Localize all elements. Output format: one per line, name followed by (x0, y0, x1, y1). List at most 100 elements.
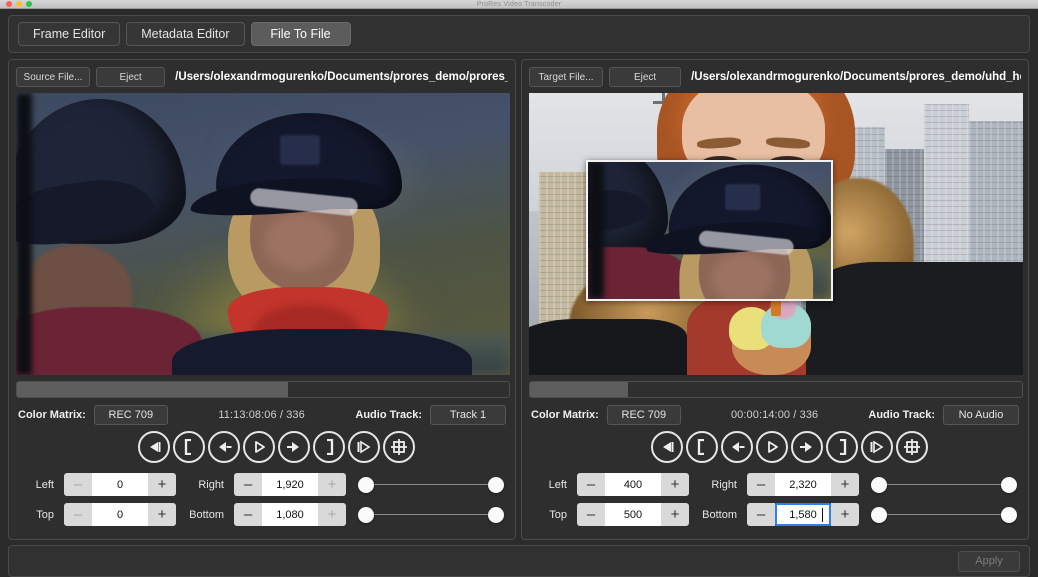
slider-track (368, 484, 494, 485)
source-bottom-stepper[interactable]: – 1,080 + (234, 503, 346, 526)
window-title: ProRes Video Transcoder (476, 0, 562, 8)
target-mark-out-button[interactable] (825, 431, 858, 463)
target-scrubber-fill (530, 382, 629, 397)
target-color-matrix-select[interactable]: REC 709 (606, 405, 681, 425)
source-file-path: /Users/olexandrmogurenko/Documents/prore… (175, 71, 508, 83)
target-top-label: Top (549, 508, 567, 521)
target-top-plus-button[interactable]: + (661, 503, 689, 526)
target-play-button[interactable] (755, 431, 788, 463)
slider-track (881, 484, 1007, 485)
target-scrubber[interactable] (529, 381, 1023, 398)
target-right-knob[interactable] (1001, 477, 1017, 493)
source-scrubber[interactable] (16, 381, 510, 398)
target-timecode: 00:00:14:00 / 336 (730, 409, 819, 421)
target-fit-frame-button[interactable] (895, 431, 928, 463)
source-fit-frame-button[interactable] (382, 431, 415, 463)
source-bottom-label: Bottom (189, 508, 224, 521)
target-mark-in-button[interactable] (685, 431, 718, 463)
target-step-backward-button[interactable] (720, 431, 753, 463)
target-top-value[interactable]: 500 (605, 503, 661, 526)
source-top-minus-button[interactable]: – (64, 503, 92, 526)
target-step-forward-button[interactable] (790, 431, 823, 463)
target-crop-row-horizontal: Left – 400 + Right – 2,320 + (529, 472, 1021, 497)
target-right-plus-button[interactable]: + (831, 473, 859, 496)
source-left-stepper[interactable]: – 0 + (64, 473, 176, 496)
source-crop-row-vertical: Top – 0 + Bottom – 1,080 + (16, 502, 508, 527)
target-top-knob[interactable] (871, 507, 887, 523)
target-file-button[interactable]: Target File... (529, 67, 603, 87)
source-audio-track-label: Audio Track: (355, 409, 422, 421)
target-left-value[interactable]: 400 (605, 473, 661, 496)
target-right-stepper[interactable]: – 2,320 + (747, 473, 859, 496)
tab-metadata-editor[interactable]: Metadata Editor (126, 22, 245, 46)
source-file-button[interactable]: Source File... (16, 67, 90, 87)
target-bottom-plus-button[interactable]: + (831, 503, 859, 526)
source-play-button[interactable] (242, 431, 275, 463)
source-mark-out-button[interactable] (312, 431, 345, 463)
source-go-to-end-button[interactable] (347, 431, 380, 463)
source-horizontal-range-slider[interactable] (358, 473, 504, 496)
tab-frame-editor[interactable]: Frame Editor (18, 22, 121, 46)
target-bottom-value[interactable]: 1,580 (775, 503, 831, 526)
target-top-minus-button[interactable]: – (577, 503, 605, 526)
target-top-stepper[interactable]: – 500 + (577, 503, 689, 526)
source-left-minus-button[interactable]: – (64, 473, 92, 496)
target-video-preview[interactable] (529, 93, 1023, 375)
source-color-matrix-select[interactable]: REC 709 (93, 405, 168, 425)
source-right-stepper[interactable]: – 1,920 + (234, 473, 346, 496)
target-bottom-minus-button[interactable]: – (747, 503, 775, 526)
target-bottom-label: Bottom (702, 508, 737, 521)
source-eject-button[interactable]: Eject (96, 67, 166, 87)
source-vertical-range-slider[interactable] (358, 503, 504, 526)
source-bottom-plus-button[interactable]: + (318, 503, 346, 526)
source-bottom-value[interactable]: 1,080 (262, 503, 318, 526)
target-audio-track-select[interactable]: No Audio (943, 405, 1019, 425)
footer-bar: Apply (8, 545, 1030, 577)
target-vertical-range-slider[interactable] (871, 503, 1017, 526)
source-right-value[interactable]: 1,920 (262, 473, 318, 496)
target-horizontal-range-slider[interactable] (871, 473, 1017, 496)
source-frame-image (16, 93, 510, 375)
source-file-row: Source File... Eject /Users/olexandrmogu… (16, 67, 508, 87)
target-left-stepper[interactable]: – 400 + (577, 473, 689, 496)
source-go-to-start-button[interactable] (137, 431, 170, 463)
source-color-matrix-label: Color Matrix: (18, 409, 86, 421)
source-top-value[interactable]: 0 (92, 503, 148, 526)
target-crop-controls: Left – 400 + Right – 2,320 + Top – 500 +… (529, 472, 1021, 527)
target-file-row: Target File... Eject /Users/olexandrmogu… (529, 67, 1021, 87)
source-right-label: Right (198, 478, 224, 491)
source-mark-in-button[interactable] (172, 431, 205, 463)
target-bottom-stepper[interactable]: – 1,580 + (747, 503, 859, 526)
source-left-knob[interactable] (358, 477, 374, 493)
source-info-row: Color Matrix: REC 709 11:13:08:06 / 336 … (16, 405, 508, 425)
apply-button[interactable]: Apply (958, 550, 1020, 572)
source-top-plus-button[interactable]: + (148, 503, 176, 526)
source-left-plus-button[interactable]: + (148, 473, 176, 496)
source-right-minus-button[interactable]: – (234, 473, 262, 496)
target-go-to-start-button[interactable] (650, 431, 683, 463)
target-eject-button[interactable]: Eject (609, 67, 682, 87)
source-bottom-knob[interactable] (488, 507, 504, 523)
target-right-value[interactable]: 2,320 (775, 473, 831, 496)
target-left-plus-button[interactable]: + (661, 473, 689, 496)
target-right-minus-button[interactable]: – (747, 473, 775, 496)
source-top-stepper[interactable]: – 0 + (64, 503, 176, 526)
source-step-backward-button[interactable] (207, 431, 240, 463)
source-video-preview[interactable] (16, 93, 510, 375)
target-bottom-knob[interactable] (1001, 507, 1017, 523)
target-left-label: Left (548, 478, 567, 491)
source-overlay-rectangle[interactable] (586, 160, 833, 301)
source-top-knob[interactable] (358, 507, 374, 523)
tab-file-to-file[interactable]: File To File (250, 22, 351, 46)
source-left-value[interactable]: 0 (92, 473, 148, 496)
target-go-to-end-button[interactable] (860, 431, 893, 463)
target-left-knob[interactable] (871, 477, 887, 493)
source-bottom-minus-button[interactable]: – (234, 503, 262, 526)
target-panel: Target File... Eject /Users/olexandrmogu… (521, 59, 1029, 540)
source-right-knob[interactable] (488, 477, 504, 493)
target-left-minus-button[interactable]: – (577, 473, 605, 496)
source-step-forward-button[interactable] (277, 431, 310, 463)
source-audio-track-select[interactable]: Track 1 (430, 405, 506, 425)
window-title-bar: ProRes Video Transcoder (0, 0, 1038, 9)
source-right-plus-button[interactable]: + (318, 473, 346, 496)
